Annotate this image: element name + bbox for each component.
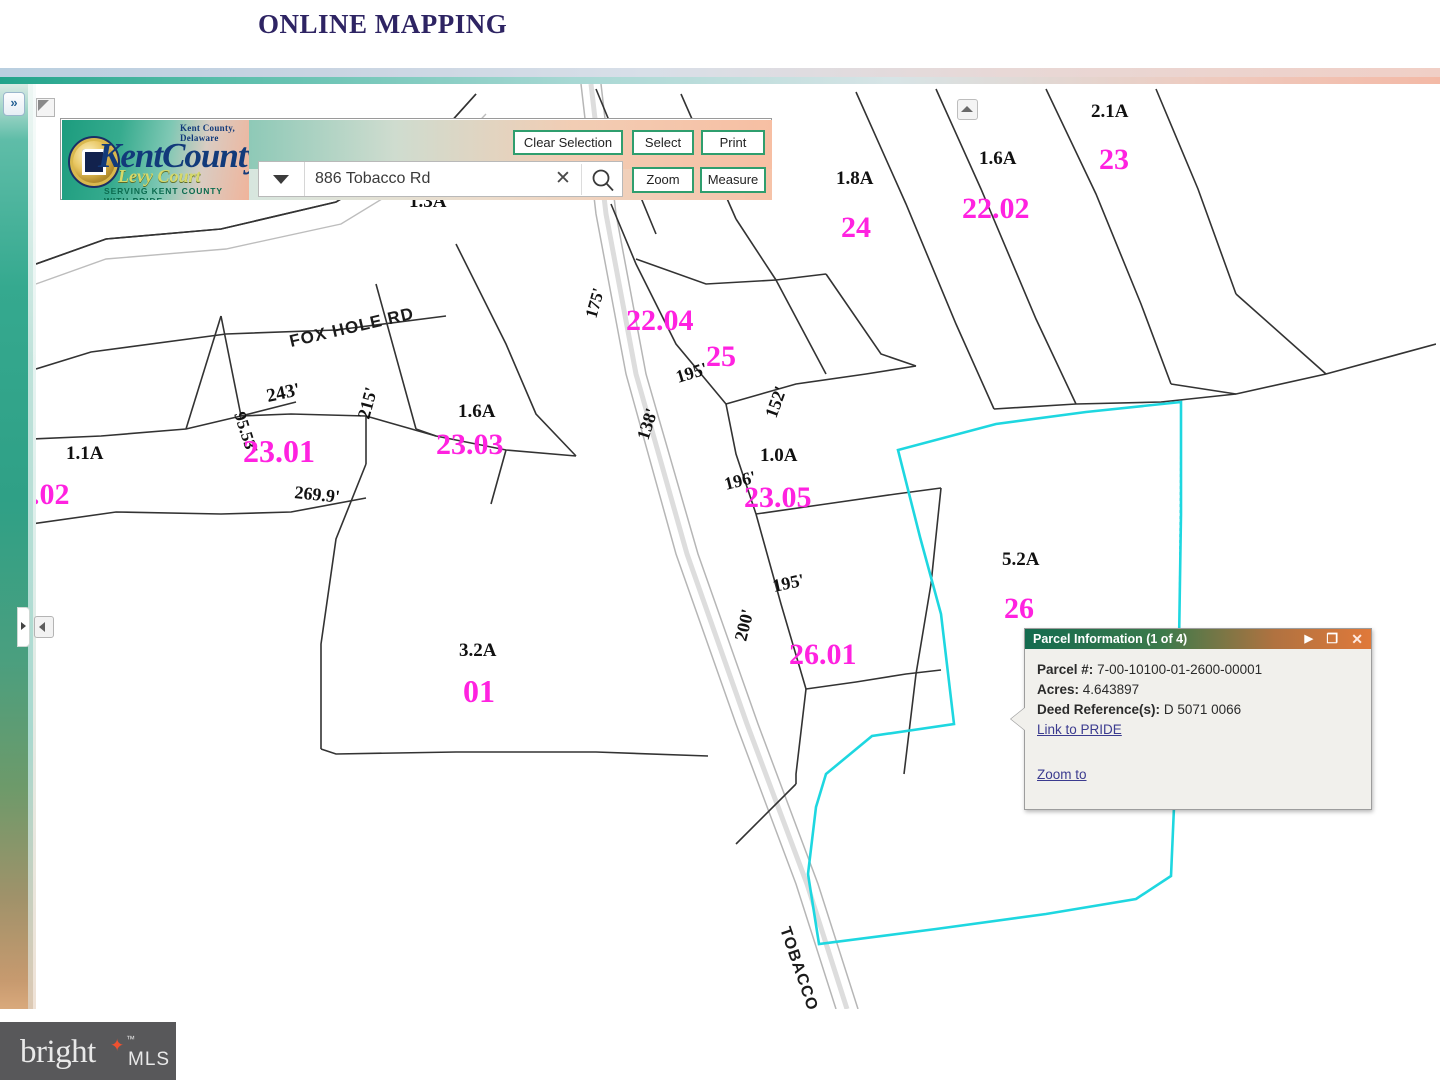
label-parcel-25: 25 <box>706 340 736 373</box>
label-parcel-01: 01 <box>463 673 495 709</box>
top-gradient-band-2 <box>0 77 1440 84</box>
parcel-information-popup[interactable]: Parcel Information (1 of 4) ▶ ❐ ✕ Parcel… <box>1011 628 1372 810</box>
label-parcel-22-02: 22.02 <box>962 192 1030 225</box>
popup-field-deed: Deed Reference(s): D 5071 0066 <box>1037 701 1361 719</box>
next-record-icon[interactable]: ▶ <box>1305 631 1313 647</box>
bright-mls-watermark: bright ✦ ™ MLS <box>0 1022 176 1080</box>
label-acre-1-0a: 1.0A <box>760 445 798 466</box>
clear-selection-button[interactable]: Clear Selection <box>513 130 623 155</box>
label-parcel-22-04: 22.04 <box>626 304 694 337</box>
popup-field-acres: Acres: 4.643897 <box>1037 681 1361 699</box>
maximize-icon[interactable]: ❐ <box>1326 631 1338 647</box>
expand-panel-button[interactable]: » <box>3 92 25 116</box>
app-title: ONLINE MAPPING <box>258 9 508 39</box>
spark-icon: ✦ <box>110 1036 125 1055</box>
popup-field-value: D 5071 0066 <box>1163 702 1242 717</box>
popup-field-label: Acres: <box>1037 682 1080 697</box>
select-button[interactable]: Select <box>632 130 694 155</box>
label-acre-1-8a: 1.8A <box>836 168 874 189</box>
search-icon[interactable] <box>589 166 617 194</box>
label-parcel-24: 24 <box>841 211 871 244</box>
link-to-pride[interactable]: Link to PRIDE <box>1037 722 1122 737</box>
label-parcel-23-03: 23.03 <box>436 428 504 461</box>
kent-county-logo[interactable]: Kent County, Delaware KentCounty Levy Co… <box>62 120 249 200</box>
popup-field-parcel: Parcel #: 7-00-10100-01-2600-00001 <box>1037 661 1361 679</box>
watermark-suffix: MLS <box>128 1049 171 1070</box>
popup-field-label: Parcel #: <box>1037 662 1094 677</box>
popup-field-label: Deed Reference(s): <box>1037 702 1161 717</box>
logo-levy-court: Levy Court <box>118 166 201 186</box>
window-bottom-blank <box>0 1009 1440 1080</box>
popup-field-value: 4.643897 <box>1082 682 1140 697</box>
label-acre-1-1a: 1.1A <box>66 443 104 464</box>
zoom-to-link[interactable]: Zoom to <box>1037 767 1087 782</box>
zoom-button[interactable]: Zoom <box>632 167 694 193</box>
label-parcel-26: 26 <box>1004 592 1034 625</box>
left-gradient-rail <box>0 84 28 1009</box>
window-top-blank <box>0 0 1440 68</box>
watermark-tm: ™ <box>126 1034 135 1044</box>
chevron-down-icon[interactable] <box>259 162 305 196</box>
label-parcel-26-01: 26.01 <box>789 638 857 671</box>
label-acre-1-6a-left: 1.6A <box>458 401 496 422</box>
label-parcel-23: 23 <box>1099 143 1129 176</box>
popup-title-text: Parcel Information (1 of 4) <box>1033 632 1188 646</box>
label-acre-3-2a: 3.2A <box>459 640 497 661</box>
label-parcel-23-05: 23.05 <box>744 481 812 514</box>
measure-button[interactable]: Measure <box>700 167 766 193</box>
collapse-left-button[interactable] <box>34 616 54 638</box>
logo-tagline: SERVING KENT COUNTY WITH PRIDE <box>104 186 223 200</box>
parcel-map-canvas[interactable]: 1.1A .02 243' 95.53' 23.01 269.9' 215' 1… <box>36 84 1436 1009</box>
top-gradient-band-1 <box>0 68 1440 77</box>
corner-triangle-icon[interactable] <box>36 98 55 117</box>
label-acre-1-6a-right: 1.6A <box>979 148 1017 169</box>
search-divider <box>581 164 582 195</box>
search-input[interactable] <box>305 162 550 196</box>
label-acre-5-2a: 5.2A <box>1002 549 1040 570</box>
label-parcel-02: .02 <box>36 478 70 511</box>
popup-field-value: 7-00-10100-01-2600-00001 <box>1097 662 1263 677</box>
label-acre-2-1a: 2.1A <box>1091 101 1129 122</box>
close-icon[interactable]: ✕ <box>1351 631 1363 647</box>
popup-pointer <box>1011 707 1026 731</box>
label-parcel-23-01: 23.01 <box>243 433 315 469</box>
mapping-application: 1.1A .02 243' 95.53' 23.01 269.9' 215' 1… <box>0 0 1440 1080</box>
watermark-brand: bright <box>20 1034 96 1070</box>
collapse-up-button[interactable] <box>957 99 978 120</box>
right-edge-blank <box>1436 84 1440 1009</box>
clear-search-icon[interactable]: ✕ <box>551 167 575 191</box>
search-bar: ✕ <box>258 161 623 197</box>
popup-body: Parcel #: 7-00-10100-01-2600-00001 Acres… <box>1025 649 1371 809</box>
print-button[interactable]: Print <box>701 130 765 155</box>
left-panel-handle[interactable] <box>17 607 30 647</box>
popup-title-bar: Parcel Information (1 of 4) ▶ ❐ ✕ <box>1025 629 1371 649</box>
